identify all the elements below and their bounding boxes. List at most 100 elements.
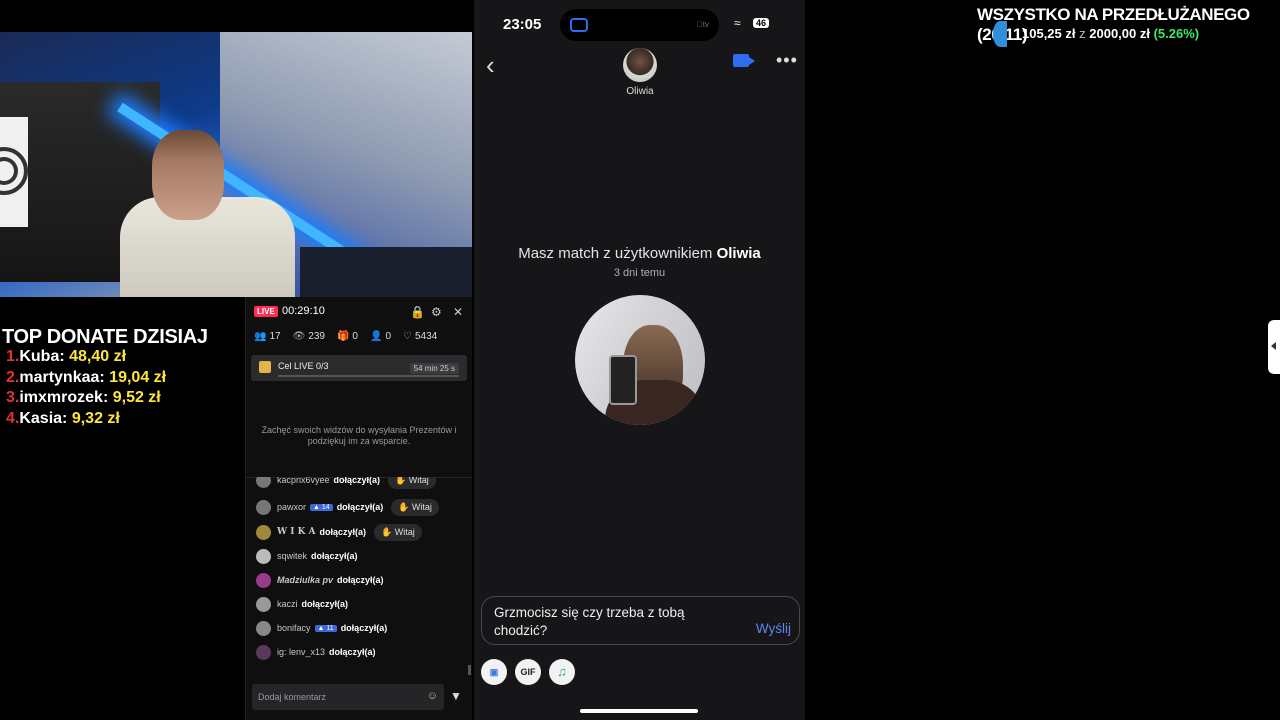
witaj-button[interactable]: ✋ Witaj xyxy=(374,523,422,541)
contact-avatar[interactable] xyxy=(623,48,657,82)
lock-icon[interactable]: 🔒 xyxy=(410,305,425,319)
battery-indicator: 46 xyxy=(753,18,770,28)
send-icon[interactable]: ▼ xyxy=(450,689,462,703)
donate-name: Kuba: xyxy=(19,348,65,365)
top-donate-title: TOP DONATE DZISIAJ xyxy=(2,326,208,348)
live-badge: LIVE xyxy=(254,306,278,317)
side-panel-toggle[interactable] xyxy=(1268,320,1280,374)
donate-rank: 3. xyxy=(6,389,20,406)
donate-row: 2.martynkaa: 19,04 zł xyxy=(6,368,166,389)
goal-current: 105,25 zł xyxy=(1022,26,1076,41)
donate-amount: 19,04 zł xyxy=(109,368,167,386)
donate-amount: 48,40 zł xyxy=(69,348,127,365)
match-text: Masz match z użytkownikiem Oliwia xyxy=(518,245,761,262)
users-stat: 👥 17 xyxy=(254,331,281,342)
chat-scrollbar[interactable] xyxy=(468,665,471,675)
avatar xyxy=(256,524,271,540)
donate-list: 1.Kuba: 48,40 zł 2.martynkaa: 19,04 zł 3… xyxy=(6,347,166,429)
settings-icon[interactable]: ⚙ xyxy=(431,305,442,319)
gift-icon: 🎁 xyxy=(336,331,350,342)
tv-icon: tv xyxy=(702,20,709,29)
donate-rank: 2. xyxy=(6,368,20,386)
back-icon[interactable]: ‹ xyxy=(486,50,495,81)
live-timer: 00:29:10 xyxy=(282,305,325,317)
music-icon[interactable]: ♫ xyxy=(549,659,575,685)
avatar xyxy=(256,596,271,612)
goal-target: 2000,00 zł xyxy=(1089,26,1150,41)
eye-icon: 👁 xyxy=(292,331,306,342)
users-icon: 👥 xyxy=(254,331,267,342)
donate-name: martynkaa: xyxy=(19,368,105,386)
donate-amount: 9,52 zł xyxy=(112,389,161,406)
comment-placeholder: Dodaj komentarz xyxy=(258,692,327,702)
chat-item: bonifacy ▲ 11 dołączył(a) xyxy=(256,619,387,637)
chat-item: Madziulka pv dołączył(a) xyxy=(256,571,384,589)
match-name: Oliwia xyxy=(716,245,761,262)
donate-rank: 4. xyxy=(6,409,20,427)
emoji-icon[interactable]: ☺ xyxy=(427,690,438,702)
donate-row: 3.imxmrozek: 9,52 zł xyxy=(6,388,166,409)
live-studio-panel: LIVE 00:29:10 🔒 ⚙ ✕ 👥 17 👁 239 🎁 0 👤 0 ♡ 5434… xyxy=(245,297,472,720)
avatar xyxy=(256,499,271,515)
wifi-icon: ≈ xyxy=(734,16,741,30)
phone-screen: 23:05 tv ≈ 46 ‹ Oliwia ••• Masz match z… xyxy=(474,0,805,720)
gifts-stat: 🎁 0 xyxy=(336,331,358,342)
close-icon[interactable]: ✕ xyxy=(453,305,463,319)
match-time: 3 dni temu xyxy=(613,267,666,279)
goal-progress-bar xyxy=(278,375,459,377)
donate-name: Kasia: xyxy=(19,409,68,427)
goal-label: Cel LIVE xyxy=(278,361,314,371)
contact-name[interactable]: Oliwia xyxy=(606,86,674,97)
more-icon[interactable]: ••• xyxy=(776,50,798,71)
live-goal-card[interactable]: Cel LIVE 0/3 54 min 25 s xyxy=(251,355,467,381)
donate-amount: 9,32 zł xyxy=(71,409,120,427)
sticker-icon[interactable]: ▣ xyxy=(481,659,507,685)
witaj-button[interactable]: ✋ Witaj xyxy=(391,498,439,516)
chat-item: sqwitek dołączył(a) xyxy=(256,547,358,565)
viewers-stat: 👁 239 xyxy=(292,331,325,342)
avatar xyxy=(256,477,271,488)
donate-row: 4.Kasia: 9,32 zł xyxy=(6,409,166,430)
screen-mirror-icon xyxy=(570,18,588,32)
heart-icon: ♡ xyxy=(403,331,412,342)
goal-progress-icon xyxy=(993,21,1007,47)
live-stats: 👥 17 👁 239 🎁 0 👤 0 ♡ 5434 xyxy=(254,331,437,342)
status-time: 23:05 xyxy=(503,16,542,33)
likes-stat: ♡ 5434 xyxy=(403,331,438,342)
dynamic-island: tv xyxy=(560,9,719,41)
goal-percent: (5.26%) xyxy=(1153,26,1200,41)
donate-rank: 1. xyxy=(6,348,20,365)
gif-button[interactable]: GIF xyxy=(515,659,541,685)
trophy-icon xyxy=(259,361,271,373)
chat-item: kacprix6vyee dołączył(a) ✋ Witaj xyxy=(256,477,436,489)
avatar xyxy=(256,620,271,636)
message-input[interactable]: Grzmocisz się czy trzeba z tobą chodzić?… xyxy=(481,596,800,645)
chat-item: ig: lenv_x13 dołączył(a) xyxy=(256,643,376,661)
goal-progress: 0/3 xyxy=(316,361,329,371)
avatar xyxy=(256,572,271,588)
webcam-feed xyxy=(0,32,472,297)
chat-item: W I K Adołączył(a) ✋ Witaj xyxy=(256,523,422,541)
avatar xyxy=(256,644,271,660)
level-badge: ▲ 14 xyxy=(310,503,333,511)
goal-of: z xyxy=(1079,26,1086,41)
goal-amount: 105,25 zł z 2000,00 zł (5.26%) xyxy=(1022,26,1199,41)
gift-encourage-text: Zachęć swoich widzów do wysyłania Prezen… xyxy=(261,425,457,446)
avatar xyxy=(256,548,271,564)
comment-input[interactable]: Dodaj komentarz ☺ xyxy=(252,684,444,710)
match-photo[interactable] xyxy=(575,295,705,425)
follow-icon: 👤 xyxy=(369,331,383,342)
message-text[interactable]: Grzmocisz się czy trzeba z tobą chodzić? xyxy=(494,604,724,640)
follows-stat: 👤 0 xyxy=(369,331,391,342)
witaj-button[interactable]: ✋ Witaj xyxy=(388,477,436,489)
goal-time: 54 min 25 s xyxy=(409,363,459,374)
chat-item: kaczi dołączył(a) xyxy=(256,595,348,613)
home-indicator[interactable] xyxy=(580,709,698,713)
send-button[interactable]: Wyślij xyxy=(756,621,791,636)
chat-list[interactable]: kacprix6vyee dołączył(a) ✋ Witaj pawxor ▲ 1… xyxy=(256,477,466,667)
video-call-icon[interactable] xyxy=(733,54,755,67)
donate-row: 1.Kuba: 48,40 zł xyxy=(6,347,166,368)
level-badge: ▲ 11 xyxy=(314,624,337,632)
donate-name: imxmrozek: xyxy=(19,389,109,406)
chat-item: pawxor ▲ 14 dołączył(a) ✋ Witaj xyxy=(256,498,439,516)
